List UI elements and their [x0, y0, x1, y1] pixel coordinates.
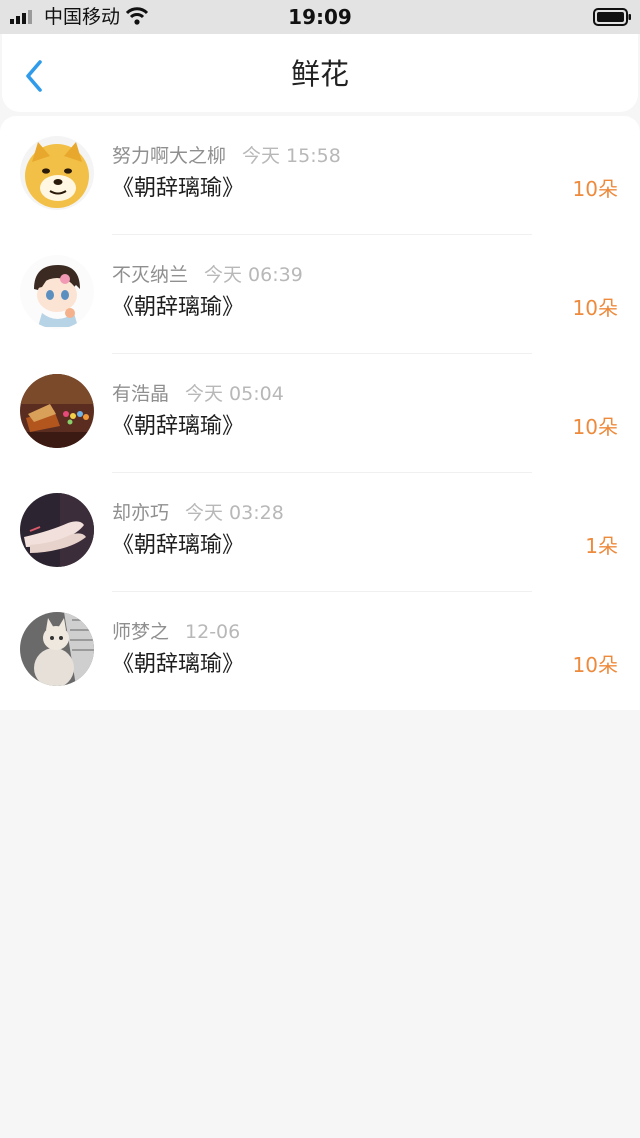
list-item[interactable]: 努力啊大之柳 今天 15:58 《朝辞璃瑜》 10朵 [0, 116, 640, 235]
book-title: 《朝辞璃瑜》 [112, 652, 245, 677]
avatar [20, 255, 94, 329]
book-title: 《朝辞璃瑜》 [112, 295, 245, 320]
avatar [20, 493, 94, 567]
cartoon-boy-avatar-icon [20, 255, 94, 329]
send-time: 今天 05:04 [185, 383, 284, 405]
item-meta: 努力啊大之柳 今天 15:58 [112, 144, 341, 168]
list-item[interactable]: 却亦巧 今天 03:28 《朝辞璃瑜》 1朵 [0, 473, 640, 592]
bokeh-photo-avatar-icon [20, 374, 94, 448]
sender-name: 却亦巧 [112, 502, 170, 524]
item-meta: 有浩晶 今天 05:04 [112, 382, 284, 406]
avatar [20, 374, 94, 448]
hands-photo-avatar-icon [20, 493, 94, 567]
avatar [20, 136, 94, 210]
flower-count: 1朵 [585, 534, 618, 558]
book-title: 《朝辞璃瑜》 [112, 414, 245, 439]
send-time: 今天 06:39 [204, 264, 303, 286]
sender-name: 有浩晶 [112, 383, 170, 405]
book-title: 《朝辞璃瑜》 [112, 533, 245, 558]
list-item[interactable]: 师梦之 12-06 《朝辞璃瑜》 10朵 [0, 592, 640, 711]
item-meta: 师梦之 12-06 [112, 620, 240, 644]
item-meta: 不灭纳兰 今天 06:39 [112, 263, 303, 287]
battery-icon [593, 8, 631, 26]
list-item[interactable]: 有浩晶 今天 05:04 《朝辞璃瑜》 10朵 [0, 354, 640, 473]
book-title: 《朝辞璃瑜》 [112, 176, 245, 201]
send-time: 12-06 [185, 621, 241, 643]
flower-count: 10朵 [572, 653, 618, 677]
page-title: 鲜花 [290, 57, 349, 91]
navigation-bar: 鲜花 [2, 34, 638, 112]
send-time: 今天 15:58 [242, 145, 341, 167]
sender-name: 不灭纳兰 [112, 264, 189, 286]
flower-count: 10朵 [572, 415, 618, 439]
flower-count: 10朵 [572, 177, 618, 201]
shiba-dog-avatar-icon [20, 136, 94, 210]
item-meta: 却亦巧 今天 03:28 [112, 501, 284, 525]
send-time: 今天 03:28 [185, 502, 284, 524]
flower-count: 10朵 [572, 296, 618, 320]
list-item[interactable]: 不灭纳兰 今天 06:39 《朝辞璃瑜》 10朵 [0, 235, 640, 354]
sender-name: 师梦之 [112, 621, 170, 643]
clock-time: 19:09 [288, 5, 352, 29]
status-bar: 中国移动 19:09 [0, 0, 640, 34]
cat-photo-avatar-icon [20, 612, 94, 686]
sender-name: 努力啊大之柳 [112, 145, 227, 167]
avatar [20, 612, 94, 686]
flower-gift-list: 努力啊大之柳 今天 15:58 《朝辞璃瑜》 10朵 不灭纳兰 今天 06:39 《… [0, 116, 640, 710]
